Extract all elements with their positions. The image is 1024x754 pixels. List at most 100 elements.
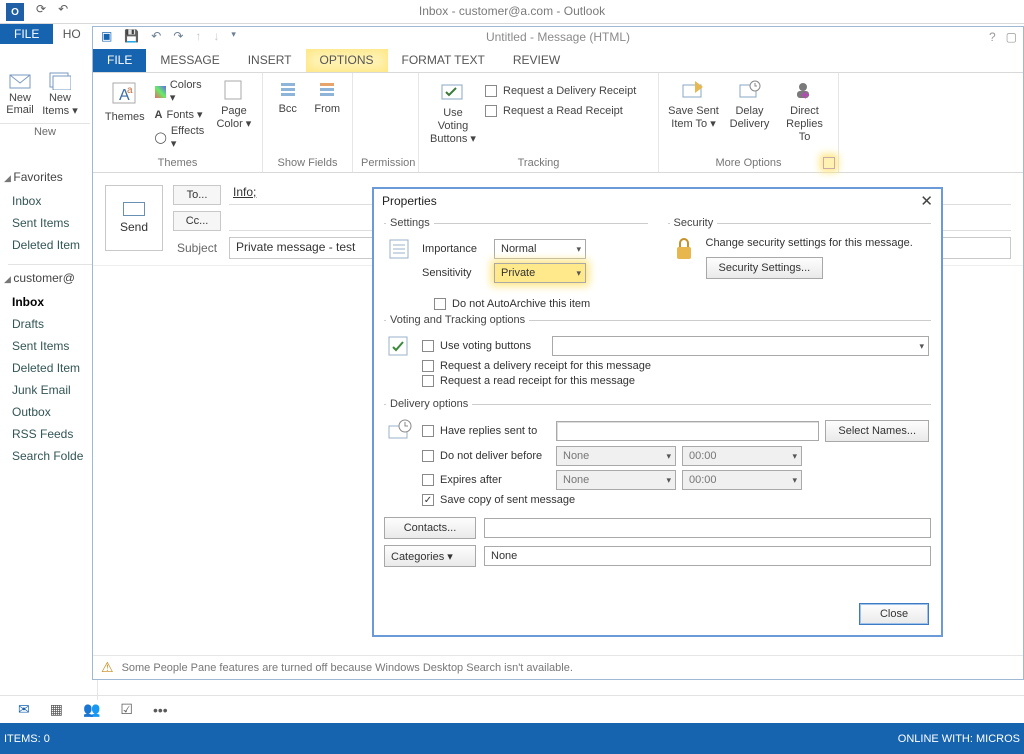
contacts-button[interactable]: Contacts... bbox=[384, 517, 476, 539]
have-replies-checkbox[interactable] bbox=[422, 425, 434, 437]
delivery-icon bbox=[386, 416, 414, 444]
expires-after-checkbox[interactable] bbox=[422, 474, 434, 486]
voting-legend: Voting and Tracking options bbox=[386, 314, 529, 326]
delay-delivery-button[interactable]: Delay Delivery bbox=[726, 77, 774, 131]
folder-drafts[interactable]: Drafts bbox=[12, 313, 97, 335]
permission-group-label: Permission bbox=[361, 157, 410, 172]
cc-button[interactable]: Cc... bbox=[173, 211, 221, 231]
folder-inbox[interactable]: Inbox bbox=[12, 291, 97, 313]
deliver-date-combo[interactable]: None▾ bbox=[556, 446, 676, 466]
main-tab-file[interactable]: FILE bbox=[0, 24, 53, 44]
msg-tab-message[interactable]: MESSAGE bbox=[146, 49, 233, 72]
fav-sent-items[interactable]: Sent Items bbox=[12, 212, 97, 234]
options-ribbon: Aa Themes Colors ▾ AFonts ▾ ◯Effects ▾ P… bbox=[93, 73, 1023, 173]
dialog-title: Properties bbox=[382, 194, 437, 208]
fav-deleted-items[interactable]: Deleted Item bbox=[12, 234, 97, 256]
msg-tab-review[interactable]: REVIEW bbox=[499, 49, 574, 72]
tracking-group-label: Tracking bbox=[427, 157, 650, 172]
security-settings-button[interactable]: Security Settings... bbox=[706, 257, 824, 279]
deliver-time-combo[interactable]: 00:00▾ bbox=[682, 446, 802, 466]
use-voting-checkbox[interactable] bbox=[422, 340, 434, 352]
maximize-icon[interactable]: ▢ bbox=[1006, 30, 1017, 44]
warning-icon: ⚠ bbox=[101, 659, 114, 676]
expire-date-combo[interactable]: None▾ bbox=[556, 470, 676, 490]
folder-outbox[interactable]: Outbox bbox=[12, 401, 97, 423]
subject-label: Subject bbox=[173, 241, 221, 255]
folder-sent-items[interactable]: Sent Items bbox=[12, 335, 97, 357]
sensitivity-combo[interactable]: Private▾ bbox=[494, 263, 586, 283]
page-color-button[interactable]: Page Color ▾ bbox=[214, 77, 254, 131]
settings-legend: Settings bbox=[386, 217, 434, 229]
security-legend: Security bbox=[670, 217, 718, 229]
autoarchive-checkbox[interactable] bbox=[434, 298, 446, 310]
delivery-receipt-checkbox[interactable]: Request a Delivery Receipt bbox=[485, 85, 636, 97]
msg-tab-format[interactable]: FORMAT TEXT bbox=[388, 49, 499, 72]
folder-pane[interactable]: Favorites Inbox Sent Items Deleted Item … bbox=[0, 160, 98, 700]
contacts-field[interactable] bbox=[484, 518, 931, 538]
bcc-button[interactable]: Bcc bbox=[271, 77, 305, 116]
expire-time-combo[interactable]: 00:00▾ bbox=[682, 470, 802, 490]
people-icon[interactable]: 👥 bbox=[83, 701, 100, 718]
no-deliver-before-checkbox[interactable] bbox=[422, 450, 434, 462]
sensitivity-label: Sensitivity bbox=[422, 267, 488, 279]
importance-combo[interactable]: Normal▾ bbox=[494, 239, 586, 259]
categories-button[interactable]: Categories ▾ bbox=[384, 545, 476, 567]
new-group-label: New bbox=[0, 123, 90, 138]
settings-icon bbox=[386, 235, 414, 263]
main-titlebar: O ⟳ ↶ Inbox - customer@a.com - Outlook bbox=[0, 0, 1024, 24]
categories-field[interactable]: None bbox=[484, 546, 931, 566]
delivery-receipt-checkbox-dlg[interactable] bbox=[422, 360, 434, 372]
save-copy-checkbox[interactable]: ✓ bbox=[422, 494, 434, 506]
voting-icon bbox=[386, 332, 414, 360]
themes-button[interactable]: Aa Themes bbox=[101, 77, 149, 124]
voting-buttons-button[interactable]: Use Voting Buttons ▾ bbox=[427, 77, 479, 147]
new-email-button[interactable]: New Email bbox=[0, 68, 40, 117]
have-replies-field[interactable] bbox=[556, 421, 819, 441]
theme-colors-button[interactable]: Colors ▾ bbox=[155, 79, 208, 104]
new-items-button[interactable]: New Items ▾ bbox=[40, 68, 80, 117]
more-nav-icon[interactable]: ••• bbox=[153, 702, 168, 718]
send-button[interactable]: Send bbox=[105, 185, 163, 251]
svg-text:a: a bbox=[127, 85, 133, 96]
read-receipt-checkbox[interactable]: Request a Read Receipt bbox=[485, 105, 636, 117]
save-sent-to-button[interactable]: Save Sent Item To ▾ bbox=[668, 77, 720, 131]
main-new-group: New Email New Items ▾ New bbox=[0, 64, 90, 152]
tasks-icon[interactable]: ☑ bbox=[120, 701, 133, 718]
theme-fonts-button[interactable]: AFonts ▾ bbox=[155, 108, 208, 121]
to-button[interactable]: To... bbox=[173, 185, 221, 205]
status-bar: ITEMS: 0 ONLINE WITH: MICROS bbox=[0, 723, 1024, 754]
themes-group-label: Themes bbox=[101, 157, 254, 172]
folder-rss[interactable]: RSS Feeds bbox=[12, 423, 97, 445]
mail-icon[interactable]: ✉ bbox=[18, 701, 30, 718]
help-icon[interactable]: ? bbox=[989, 30, 996, 44]
msg-tab-insert[interactable]: INSERT bbox=[234, 49, 306, 72]
folder-deleted-items[interactable]: Deleted Item bbox=[12, 357, 97, 379]
favorites-header[interactable]: Favorites bbox=[4, 170, 97, 184]
nav-bar: ✉ ▦ 👥 ☑ ••• bbox=[0, 695, 1024, 723]
from-button[interactable]: From bbox=[311, 77, 345, 116]
read-receipt-checkbox-dlg[interactable] bbox=[422, 375, 434, 387]
close-icon[interactable]: ✕ bbox=[920, 192, 933, 210]
calendar-icon[interactable]: ▦ bbox=[50, 701, 63, 718]
security-text: Change security settings for this messag… bbox=[706, 237, 930, 249]
direct-replies-button[interactable]: Direct Replies To bbox=[780, 77, 830, 145]
account-header[interactable]: customer@ bbox=[4, 271, 97, 285]
send-icon bbox=[123, 202, 145, 216]
main-tab-home-fragment[interactable]: HO bbox=[57, 24, 87, 44]
info-bar: ⚠ Some People Pane features are turned o… bbox=[93, 655, 1023, 679]
select-names-button[interactable]: Select Names... bbox=[825, 420, 929, 442]
message-titlebar[interactable]: ▣ 💾 ↶ ↷ ↑ ↓ ▾ Untitled - Message (HTML) … bbox=[93, 27, 1023, 49]
importance-label: Importance bbox=[422, 243, 488, 255]
msg-tab-options[interactable]: OPTIONS bbox=[306, 49, 388, 72]
fav-inbox[interactable]: Inbox bbox=[12, 190, 97, 212]
properties-dialog: Properties ✕ Settings Importance Normal▾… bbox=[372, 187, 943, 637]
more-options-launcher-icon[interactable] bbox=[823, 157, 835, 169]
main-window-title: Inbox - customer@a.com - Outlook bbox=[0, 4, 1024, 18]
folder-search[interactable]: Search Folde bbox=[12, 445, 97, 467]
close-button[interactable]: Close bbox=[859, 603, 929, 625]
msg-tab-file[interactable]: FILE bbox=[93, 49, 146, 72]
theme-effects-button[interactable]: ◯Effects ▾ bbox=[155, 125, 208, 150]
folder-junk[interactable]: Junk Email bbox=[12, 379, 97, 401]
autoarchive-label: Do not AutoArchive this item bbox=[452, 298, 590, 310]
voting-combo[interactable]: ▾ bbox=[552, 336, 929, 356]
